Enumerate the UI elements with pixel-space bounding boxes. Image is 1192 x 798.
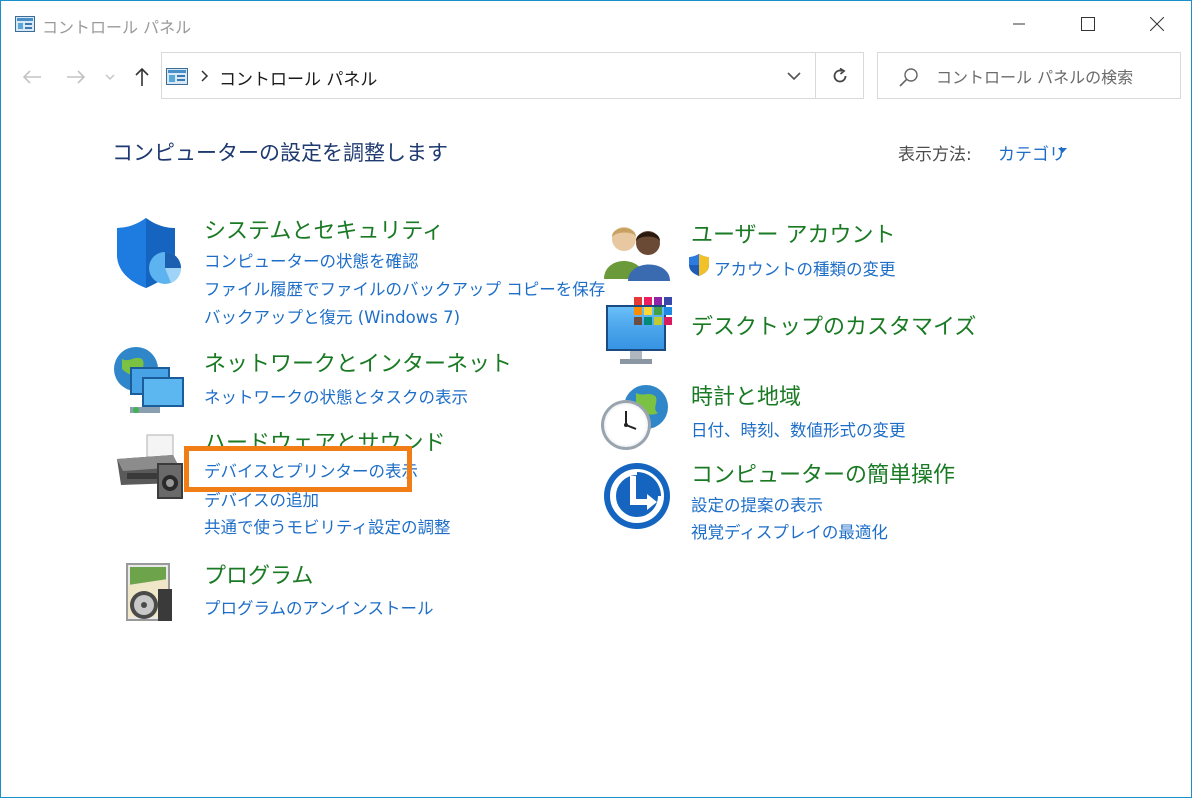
- arrow-right-icon: [67, 70, 86, 84]
- title-bar: コントロール パネル: [1, 1, 1191, 47]
- address-bar[interactable]: コントロール パネル: [161, 52, 864, 99]
- maximize-icon: [1081, 17, 1095, 31]
- category-network-internet[interactable]: ネットワークとインターネット: [204, 346, 512, 378]
- link-backup-restore[interactable]: バックアップと復元 (Windows 7): [204, 304, 460, 328]
- link-date-time-format[interactable]: 日付、時刻、数値形式の変更: [691, 417, 906, 441]
- control-panel-window: コントロール パネル コントロール パネル コントロール パネルの検索 コンピュ…: [0, 0, 1192, 798]
- refresh-icon: [833, 67, 846, 82]
- link-mobility-settings[interactable]: 共通で使うモビリティ設定の調整: [204, 514, 451, 538]
- forward-button[interactable]: [61, 63, 91, 91]
- chevron-right-icon: [201, 70, 209, 82]
- ease-of-access-icon[interactable]: [603, 462, 671, 530]
- category-programs[interactable]: プログラム: [204, 558, 313, 590]
- shield-icon[interactable]: [113, 216, 185, 290]
- chevron-down-icon: [787, 71, 801, 80]
- back-button[interactable]: [17, 63, 47, 91]
- link-uninstall-program[interactable]: プログラムのアンインストール: [204, 595, 434, 619]
- minimize-icon: [1013, 23, 1025, 25]
- caret-down-icon[interactable]: [1058, 148, 1067, 154]
- network-globe-icon[interactable]: [112, 345, 186, 417]
- close-icon: [1150, 17, 1164, 31]
- uac-shield-icon: [689, 254, 709, 276]
- desktop-customize-icon[interactable]: [604, 297, 672, 367]
- link-optimize-visual-display[interactable]: 視覚ディスプレイの最適化: [691, 519, 888, 543]
- refresh-button[interactable]: [815, 53, 863, 98]
- search-icon: [899, 68, 918, 87]
- chevron-down-icon: [105, 74, 115, 80]
- minimize-button[interactable]: [984, 1, 1054, 47]
- arrow-up-icon: [135, 67, 149, 86]
- recent-locations-button[interactable]: [99, 63, 121, 91]
- category-system-security[interactable]: システムとセキュリティ: [204, 213, 444, 245]
- view-by-label: 表示方法:: [898, 145, 972, 165]
- link-check-computer-status[interactable]: コンピューターの状態を確認: [204, 248, 419, 272]
- address-dropdown-button[interactable]: [774, 53, 814, 98]
- close-button[interactable]: [1122, 1, 1192, 47]
- clock-globe-icon[interactable]: [600, 381, 672, 453]
- printer-speaker-icon[interactable]: [113, 433, 187, 499]
- up-button[interactable]: [127, 63, 157, 91]
- control-panel-icon: [15, 16, 35, 32]
- maximize-button[interactable]: [1053, 1, 1123, 47]
- link-network-status[interactable]: ネットワークの状態とタスクの表示: [204, 384, 468, 408]
- highlight-box: [184, 446, 412, 492]
- user-accounts-icon[interactable]: [604, 221, 670, 281]
- control-panel-icon: [166, 68, 188, 85]
- category-appearance[interactable]: デスクトップのカスタマイズ: [691, 309, 976, 341]
- link-change-account-type[interactable]: アカウントの種類の変更: [714, 256, 896, 280]
- arrow-left-icon: [22, 70, 41, 84]
- search-box[interactable]: [877, 52, 1181, 99]
- window-title: コントロール パネル: [42, 18, 192, 37]
- category-ease-of-access[interactable]: コンピューターの簡単操作: [691, 457, 955, 489]
- link-settings-suggestions[interactable]: 設定の提案の表示: [691, 492, 823, 516]
- address-path[interactable]: コントロール パネル: [219, 65, 377, 90]
- programs-icon[interactable]: [122, 559, 178, 625]
- view-by-dropdown[interactable]: カテゴリ: [998, 140, 1066, 165]
- category-user-accounts[interactable]: ユーザー アカウント: [691, 217, 896, 249]
- search-input[interactable]: [936, 65, 1172, 89]
- link-file-history-backup[interactable]: ファイル履歴でファイルのバックアップ コピーを保存: [204, 276, 605, 300]
- category-clock-region[interactable]: 時計と地域: [691, 379, 801, 411]
- page-title: コンピューターの設定を調整します: [112, 141, 448, 165]
